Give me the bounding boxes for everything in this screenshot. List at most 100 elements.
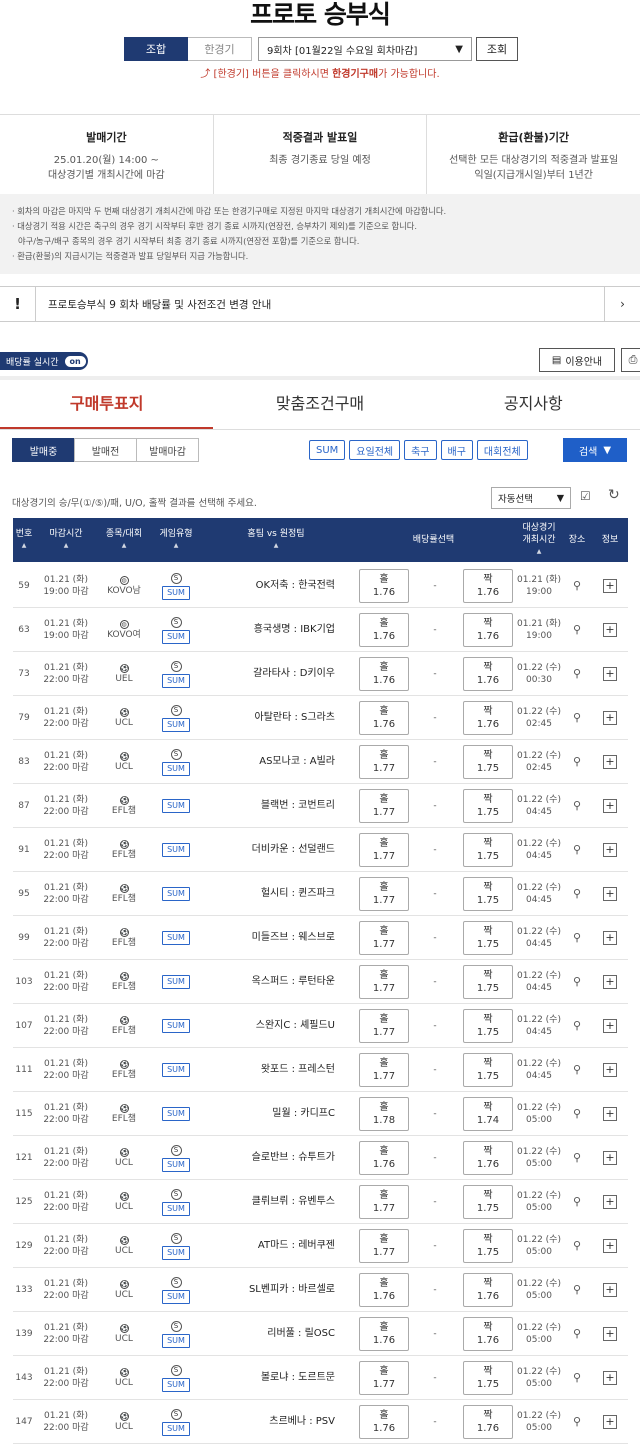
sum-badge[interactable]: SUM — [162, 887, 190, 901]
plus-icon[interactable]: + — [603, 1019, 617, 1033]
map-pin-icon[interactable]: ⚲ — [571, 799, 583, 813]
odd-away-button[interactable]: 짝 1.76 — [463, 1273, 513, 1307]
odd-away-button[interactable]: 짝 1.76 — [463, 613, 513, 647]
sum-badge[interactable]: SUM — [162, 1333, 190, 1348]
plus-icon[interactable]: + — [603, 1283, 617, 1297]
filter-football[interactable]: 축구 — [404, 440, 437, 460]
seg-closed[interactable]: 발매마감 — [136, 438, 199, 462]
filter-all-days[interactable]: 요일전체 — [349, 440, 401, 460]
sum-badge[interactable]: SUM — [162, 975, 190, 989]
plus-icon[interactable]: + — [603, 1107, 617, 1121]
map-pin-icon[interactable]: ⚲ — [571, 1371, 583, 1385]
plus-icon[interactable]: + — [603, 1415, 617, 1429]
odd-home-button[interactable]: 홀 1.77 — [359, 833, 409, 867]
map-pin-icon[interactable]: ⚲ — [571, 579, 583, 593]
sum-badge[interactable]: SUM — [162, 799, 190, 813]
seg-before-sale[interactable]: 발매전 — [74, 438, 137, 462]
sum-badge[interactable]: SUM — [162, 931, 190, 945]
sum-badge[interactable]: SUM — [162, 1421, 190, 1436]
sum-badge[interactable]: SUM — [162, 843, 190, 857]
plus-icon[interactable]: + — [603, 1239, 617, 1253]
plus-icon[interactable]: + — [603, 623, 617, 637]
odd-home-button[interactable]: 홀 1.77 — [359, 1053, 409, 1087]
map-pin-icon[interactable]: ⚲ — [571, 1239, 583, 1253]
auto-select-dropdown[interactable]: 자동선택 ▼ — [491, 487, 571, 509]
odd-away-button[interactable]: 짝 1.75 — [463, 921, 513, 955]
odd-away-button[interactable]: 짝 1.75 — [463, 789, 513, 823]
map-pin-icon[interactable]: ⚲ — [571, 755, 583, 769]
search-button[interactable]: 검색 ▼ — [563, 438, 627, 462]
sum-badge[interactable]: SUM — [162, 1245, 190, 1260]
odd-away-button[interactable]: 짝 1.74 — [463, 1097, 513, 1131]
odd-home-button[interactable]: 홀 1.77 — [359, 789, 409, 823]
map-pin-icon[interactable]: ⚲ — [571, 1151, 583, 1165]
seg-on-sale[interactable]: 발매중 — [12, 438, 75, 462]
map-pin-icon[interactable]: ⚲ — [571, 623, 583, 637]
plus-icon[interactable]: + — [603, 711, 617, 725]
sum-badge[interactable]: SUM — [162, 1377, 190, 1392]
refresh-icon[interactable]: ↻ — [608, 487, 620, 503]
odd-home-button[interactable]: 홀 1.77 — [359, 1009, 409, 1043]
plus-icon[interactable]: + — [603, 1151, 617, 1165]
sum-badge[interactable]: SUM — [162, 585, 190, 600]
toggle-on-badge[interactable]: on — [64, 355, 86, 367]
odd-home-button[interactable]: 홀 1.77 — [359, 921, 409, 955]
map-pin-icon[interactable]: ⚲ — [571, 1283, 583, 1297]
odd-away-button[interactable]: 짝 1.75 — [463, 965, 513, 999]
sum-badge[interactable]: SUM — [162, 1019, 190, 1033]
combo-button[interactable]: 조합 — [124, 37, 188, 61]
map-pin-icon[interactable]: ⚲ — [571, 667, 583, 681]
odd-away-button[interactable]: 짝 1.75 — [463, 877, 513, 911]
map-pin-icon[interactable]: ⚲ — [571, 887, 583, 901]
single-game-button[interactable]: 한경기 — [188, 37, 252, 61]
plus-icon[interactable]: + — [603, 975, 617, 989]
col-league[interactable]: 종목/대회 ▲ — [97, 518, 151, 562]
chevron-right-icon[interactable]: › — [604, 287, 640, 321]
plus-icon[interactable]: + — [603, 1371, 617, 1385]
odd-home-button[interactable]: 홀 1.77 — [359, 965, 409, 999]
odd-away-button[interactable]: 짝 1.76 — [463, 701, 513, 735]
odd-away-button[interactable]: 짝 1.76 — [463, 569, 513, 603]
filter-sum[interactable]: SUM — [309, 440, 346, 460]
map-pin-icon[interactable]: ⚲ — [571, 1063, 583, 1077]
plus-icon[interactable]: + — [603, 755, 617, 769]
odd-away-button[interactable]: 짝 1.75 — [463, 833, 513, 867]
sum-badge[interactable]: SUM — [162, 1157, 190, 1172]
col-no[interactable]: 번호 ▲ — [13, 518, 35, 562]
odd-away-button[interactable]: 짝 1.75 — [463, 1229, 513, 1263]
odd-home-button[interactable]: 홀 1.76 — [359, 657, 409, 691]
odd-home-button[interactable]: 홀 1.77 — [359, 1229, 409, 1263]
filter-all-leagues[interactable]: 대회전체 — [476, 440, 528, 460]
odd-home-button[interactable]: 홀 1.76 — [359, 1405, 409, 1439]
sum-badge[interactable]: SUM — [162, 629, 190, 644]
announcement-text[interactable]: 프로토승부식 9 회차 배당률 및 사전조건 변경 안내 — [36, 297, 604, 312]
map-pin-icon[interactable]: ⚲ — [571, 1019, 583, 1033]
odd-home-button[interactable]: 홀 1.77 — [359, 745, 409, 779]
filter-volleyball[interactable]: 배구 — [440, 440, 473, 460]
checklist-icon[interactable]: ☑ — [580, 489, 591, 503]
round-select[interactable]: 9회차 [01월22일 수요일 회차마감] ▼ — [258, 37, 472, 61]
sum-badge[interactable]: SUM — [162, 761, 190, 776]
odd-away-button[interactable]: 짝 1.75 — [463, 1185, 513, 1219]
map-pin-icon[interactable]: ⚲ — [571, 1327, 583, 1341]
odd-away-button[interactable]: 짝 1.75 — [463, 1009, 513, 1043]
plus-icon[interactable]: + — [603, 1063, 617, 1077]
odd-away-button[interactable]: 짝 1.75 — [463, 745, 513, 779]
odd-away-button[interactable]: 짝 1.75 — [463, 1053, 513, 1087]
odd-home-button[interactable]: 홀 1.76 — [359, 569, 409, 603]
map-pin-icon[interactable]: ⚲ — [571, 711, 583, 725]
plus-icon[interactable]: + — [603, 931, 617, 945]
odd-home-button[interactable]: 홀 1.76 — [359, 1273, 409, 1307]
map-pin-icon[interactable]: ⚲ — [571, 1415, 583, 1429]
announcement-bar[interactable]: ! 프로토승부식 9 회차 배당률 및 사전조건 변경 안내 › — [0, 286, 640, 322]
plus-icon[interactable]: + — [603, 667, 617, 681]
plus-icon[interactable]: + — [603, 843, 617, 857]
odd-away-button[interactable]: 짝 1.76 — [463, 1141, 513, 1175]
odd-home-button[interactable]: 홀 1.77 — [359, 1361, 409, 1395]
map-pin-icon[interactable]: ⚲ — [571, 975, 583, 989]
plus-icon[interactable]: + — [603, 799, 617, 813]
odd-home-button[interactable]: 홀 1.76 — [359, 701, 409, 735]
col-deadline[interactable]: 마감시간 ▲ — [35, 518, 97, 562]
realtime-odds-toggle[interactable]: 배당률 실시간 on — [0, 352, 88, 370]
map-pin-icon[interactable]: ⚲ — [571, 931, 583, 945]
